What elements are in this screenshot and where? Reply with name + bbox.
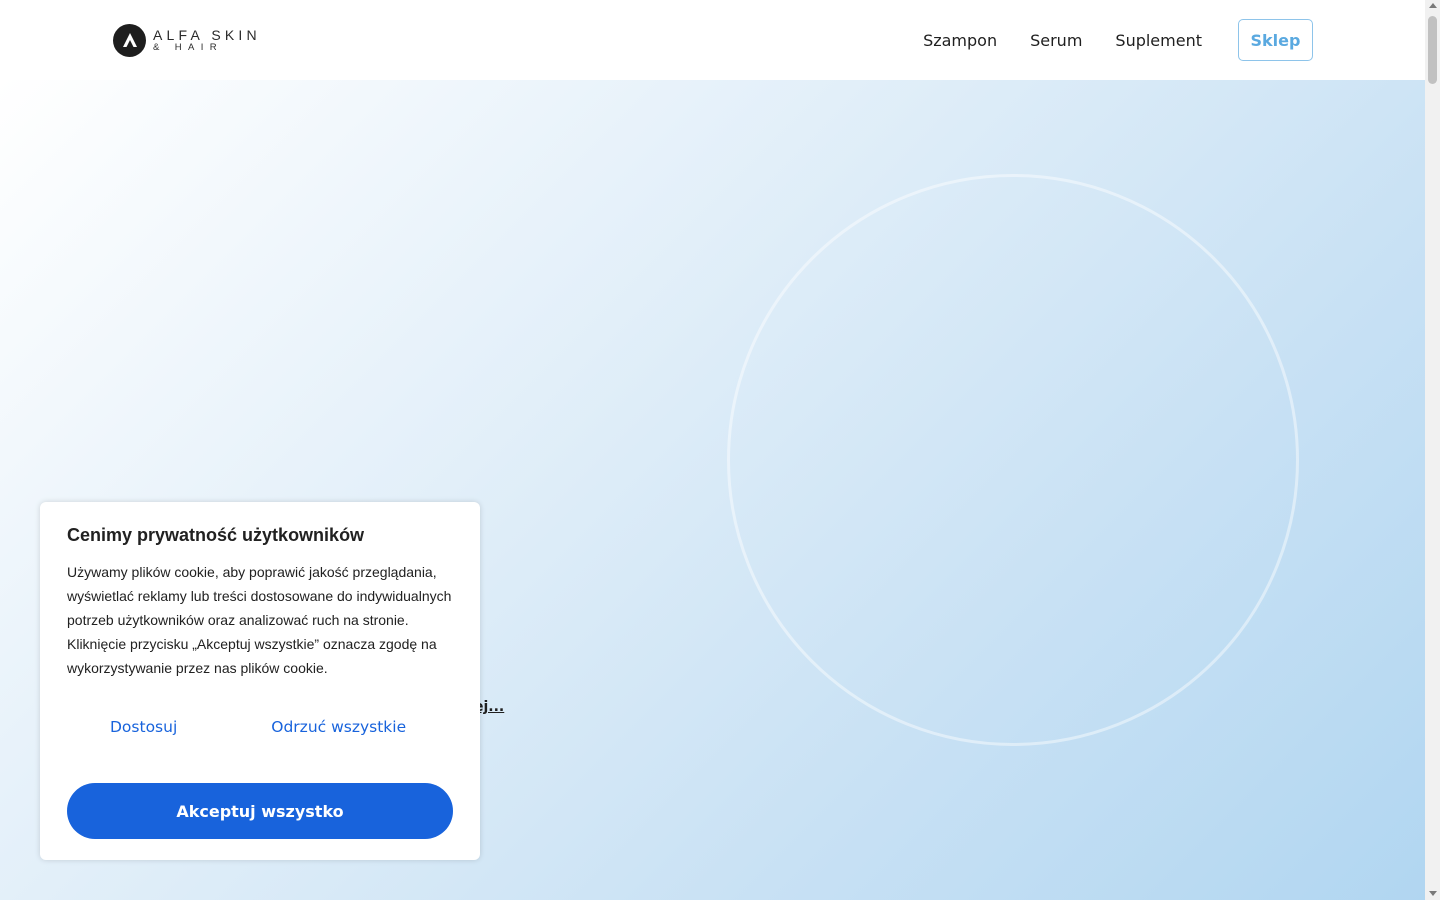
alfa-logo-icon [113, 23, 146, 57]
scrollbar-thumb[interactable] [1428, 16, 1437, 84]
scroll-down-arrow-icon[interactable] [1429, 891, 1437, 896]
accept-all-cookies-button[interactable]: Akceptuj wszystko [67, 783, 453, 839]
brand-logo[interactable]: ALFA SKIN & HAIR [113, 23, 261, 57]
cookie-consent-banner: Cenimy prywatność użytkowników Używamy p… [40, 502, 480, 860]
main-nav: Szampon Serum Suplement Sklep [923, 19, 1313, 61]
hero-decorative-circle [727, 174, 1299, 746]
customize-cookies-button[interactable]: Dostosuj [110, 718, 177, 736]
nav-link-suplement[interactable]: Suplement [1115, 31, 1202, 50]
shop-button[interactable]: Sklep [1238, 19, 1313, 61]
cookie-banner-title: Cenimy prywatność użytkowników [67, 525, 365, 545]
page-scrollbar[interactable] [1425, 0, 1440, 900]
site-header: ALFA SKIN & HAIR Szampon Serum Suplement… [0, 0, 1425, 80]
nav-link-serum[interactable]: Serum [1030, 31, 1082, 50]
reject-all-cookies-button[interactable]: Odrzuć wszystkie [271, 718, 406, 736]
cookie-banner-description: Używamy plików cookie, aby poprawić jako… [67, 564, 452, 676]
logo-line-1: ALFA SKIN [153, 26, 261, 43]
cookie-secondary-actions: Dostosuj Odrzuć wszystkie [67, 714, 453, 740]
logo-text: ALFA SKIN & HAIR [153, 28, 261, 53]
nav-link-szampon[interactable]: Szampon [923, 31, 997, 50]
logo-line-2: & HAIR [153, 41, 224, 53]
scroll-up-arrow-icon[interactable] [1429, 3, 1437, 8]
